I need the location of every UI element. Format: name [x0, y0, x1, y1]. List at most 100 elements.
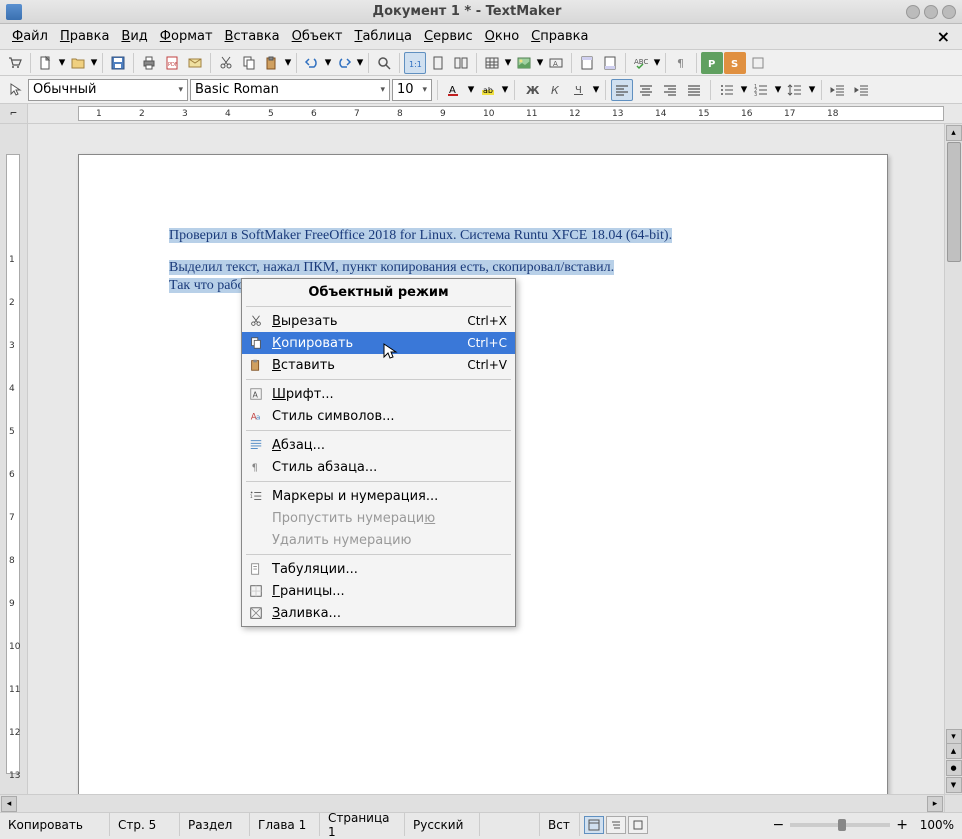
cart-icon[interactable] — [4, 52, 26, 74]
p-button[interactable]: P — [701, 52, 723, 74]
pointer-button[interactable] — [4, 79, 26, 101]
menu-вид[interactable]: Вид — [115, 27, 153, 46]
fontcolor-button[interactable]: A — [443, 79, 465, 101]
bullets-dropdown[interactable]: ▾ — [740, 82, 748, 97]
ctx-копировать[interactable]: КопироватьCtrl+C — [242, 332, 515, 354]
search-button[interactable] — [373, 52, 395, 74]
page-down-button[interactable]: ▼ — [946, 777, 962, 793]
new-button[interactable] — [35, 52, 57, 74]
open-dropdown[interactable]: ▾ — [90, 55, 98, 70]
cut-button[interactable] — [215, 52, 237, 74]
spellcheck-dropdown[interactable]: ▾ — [653, 55, 661, 70]
undo-button[interactable] — [301, 52, 323, 74]
page-nav-button[interactable]: ● — [946, 760, 962, 776]
bold-button[interactable]: Ж — [520, 79, 542, 101]
vertical-ruler[interactable]: 12345678910111213 — [0, 124, 28, 794]
indent-dec-button[interactable] — [827, 79, 849, 101]
ctx-стильсимволов[interactable]: AaСтиль символов... — [242, 405, 515, 427]
zoom-slider[interactable] — [790, 823, 890, 827]
zoom-value[interactable]: 100% — [914, 818, 954, 832]
close-button[interactable] — [942, 5, 956, 19]
paste-dropdown[interactable]: ▾ — [284, 55, 292, 70]
table-button[interactable] — [481, 52, 503, 74]
linespacing-dropdown[interactable]: ▾ — [808, 82, 816, 97]
horizontal-ruler[interactable]: 123456789101112131415161718 — [78, 106, 944, 121]
menu-вставка[interactable]: Вставка — [219, 27, 286, 46]
hscroll-left-button[interactable]: ◂ — [1, 796, 17, 812]
numbering-dropdown[interactable]: ▾ — [774, 82, 782, 97]
menu-файл[interactable]: Файл — [6, 27, 54, 46]
undo-dropdown[interactable]: ▾ — [324, 55, 332, 70]
numbering-button[interactable]: 123 — [750, 79, 772, 101]
indent-inc-button[interactable] — [851, 79, 873, 101]
print-button[interactable] — [138, 52, 160, 74]
align-justify-button[interactable] — [683, 79, 705, 101]
size-combo[interactable]: 10▾ — [392, 79, 432, 101]
ctx-границы[interactable]: Границы... — [242, 580, 515, 602]
ruler-corner[interactable]: ⌐ — [0, 104, 28, 123]
view-master-button[interactable] — [628, 816, 648, 834]
style-combo[interactable]: Обычный▾ — [28, 79, 188, 101]
doc-close-button[interactable]: × — [931, 27, 956, 46]
new-dropdown[interactable]: ▾ — [58, 55, 66, 70]
highlight-dropdown[interactable]: ▾ — [501, 82, 509, 97]
align-center-button[interactable] — [635, 79, 657, 101]
highlight-button[interactable]: ab — [477, 79, 499, 101]
zoom-minus-button[interactable]: − — [773, 817, 785, 833]
twopage-button[interactable] — [450, 52, 472, 74]
italic-button[interactable]: К — [544, 79, 566, 101]
header-button[interactable] — [576, 52, 598, 74]
ctx-вырезать[interactable]: ВырезатьCtrl+X — [242, 310, 515, 332]
menu-формат[interactable]: Формат — [154, 27, 219, 46]
ctx-абзац[interactable]: Абзац... — [242, 434, 515, 456]
horizontal-scrollbar[interactable]: ◂ ▸ — [0, 794, 962, 812]
align-left-button[interactable] — [611, 79, 633, 101]
view-outline-button[interactable] — [606, 816, 626, 834]
textbox-button[interactable]: A — [545, 52, 567, 74]
font-combo[interactable]: Basic Roman▾ — [190, 79, 390, 101]
ctx-шрифт[interactable]: AШрифт... — [242, 383, 515, 405]
page-up-button[interactable]: ▲ — [946, 743, 962, 759]
page-button[interactable] — [427, 52, 449, 74]
ctx-стильабзаца[interactable]: ¶Стиль абзаца... — [242, 456, 515, 478]
ctx-заливка[interactable]: Заливка... — [242, 602, 515, 624]
redo-button[interactable] — [333, 52, 355, 74]
menu-справка[interactable]: Справка — [525, 27, 594, 46]
email-button[interactable] — [184, 52, 206, 74]
scroll-up-button[interactable]: ▴ — [946, 125, 962, 141]
s-button[interactable]: S — [724, 52, 746, 74]
paste-button[interactable] — [261, 52, 283, 74]
spellcheck-button[interactable]: ABC — [630, 52, 652, 74]
help-button[interactable] — [747, 52, 769, 74]
save-button[interactable] — [107, 52, 129, 74]
ctx-маркерыинумерация[interactable]: 1Маркеры и нумерация... — [242, 485, 515, 507]
footer-button[interactable] — [599, 52, 621, 74]
ctx-табуляции[interactable]: Табуляции... — [242, 558, 515, 580]
image-button[interactable] — [513, 52, 535, 74]
underline-dropdown[interactable]: ▾ — [592, 82, 600, 97]
align-right-button[interactable] — [659, 79, 681, 101]
menu-таблица[interactable]: Таблица — [349, 27, 419, 46]
scroll-thumb[interactable] — [947, 142, 961, 262]
table-dropdown[interactable]: ▾ — [504, 55, 512, 70]
maximize-button[interactable] — [924, 5, 938, 19]
menu-правка[interactable]: Правка — [54, 27, 115, 46]
minimize-button[interactable] — [906, 5, 920, 19]
zoom-plus-button[interactable]: + — [896, 817, 908, 833]
underline-button[interactable]: Ч — [568, 79, 590, 101]
pdf-button[interactable]: PDF — [161, 52, 183, 74]
grid-button[interactable]: 1:1 — [404, 52, 426, 74]
vertical-scrollbar[interactable]: ▴ ▾ ▲ ● ▼ — [944, 124, 962, 794]
ctx-вставить[interactable]: ВставитьCtrl+V — [242, 354, 515, 376]
fontcolor-dropdown[interactable]: ▾ — [467, 82, 475, 97]
bullets-button[interactable] — [716, 79, 738, 101]
pilcrow-button[interactable]: ¶ — [670, 52, 692, 74]
image-dropdown[interactable]: ▾ — [536, 55, 544, 70]
hscroll-right-button[interactable]: ▸ — [927, 796, 943, 812]
menu-объект[interactable]: Объект — [286, 27, 349, 46]
linespacing-button[interactable] — [784, 79, 806, 101]
menu-сервис[interactable]: Сервис — [418, 27, 479, 46]
open-button[interactable] — [67, 52, 89, 74]
copy-button[interactable] — [238, 52, 260, 74]
view-normal-button[interactable] — [584, 816, 604, 834]
